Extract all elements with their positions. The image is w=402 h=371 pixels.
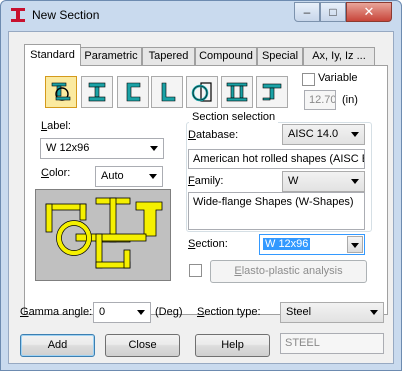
variable-value-field[interactable]: 12.70 xyxy=(304,90,336,110)
maximize-button[interactable]: □ xyxy=(320,2,346,22)
variable-unit: (in) xyxy=(342,94,358,106)
tab-compound[interactable]: Compound xyxy=(195,47,257,65)
material-field: STEEL xyxy=(280,333,384,354)
family-label: Family: xyxy=(188,175,224,187)
color-dropdown[interactable]: Auto xyxy=(95,166,163,187)
tab-ax-iy-iz[interactable]: Ax, Iy, Iz ... xyxy=(303,47,375,65)
gamma-angle-label: Gamma angle: xyxy=(20,306,93,318)
combined-section-icon xyxy=(51,82,71,101)
shape-button-combined[interactable] xyxy=(45,76,77,108)
angle-section-icon xyxy=(161,82,176,102)
section-preview-drawing xyxy=(45,197,163,269)
close-window-button[interactable]: ✕ xyxy=(346,2,392,22)
channel-section-icon xyxy=(126,82,141,102)
label-field-label: Label: xyxy=(41,120,71,132)
chevron-down-icon xyxy=(137,310,145,315)
variable-checkbox[interactable] xyxy=(302,73,315,86)
section-selection-title: Section selection xyxy=(189,111,279,123)
elasto-plastic-checkbox[interactable] xyxy=(189,264,202,277)
tab-special[interactable]: Special xyxy=(257,47,303,65)
new-section-window: New Section – □ ✕ Standard Parametric Ta… xyxy=(0,0,402,371)
close-button[interactable]: Close xyxy=(105,334,180,357)
shape-button-i-section[interactable] xyxy=(81,76,113,108)
label-dropdown[interactable]: W 12x96 xyxy=(40,138,164,159)
elasto-plastic-analysis-button[interactable]: Elasto-plastic analysis xyxy=(210,260,367,283)
chevron-down-icon xyxy=(351,243,359,248)
variable-label: Variable xyxy=(318,72,358,84)
i-section-icon xyxy=(88,82,106,102)
add-button[interactable]: Add xyxy=(20,334,95,357)
section-type-value: Steel xyxy=(286,306,312,318)
family-description: Wide-flange Shapes (W-Shapes) xyxy=(188,192,365,230)
gamma-angle-unit: (Deg) xyxy=(155,306,183,318)
app-logo-icon xyxy=(11,8,25,22)
color-field-label: Color: xyxy=(41,167,71,179)
window-title: New Section xyxy=(32,8,100,22)
section-type-label: Section type: xyxy=(197,306,261,318)
minimize-icon: – xyxy=(303,5,311,19)
family-dropdown[interactable]: W xyxy=(282,171,365,192)
gamma-angle-dropdown[interactable]: 0 xyxy=(93,302,151,323)
section-value: W 12x96 xyxy=(263,238,311,250)
section-preview xyxy=(35,189,171,281)
gamma-angle-value: 0 xyxy=(99,306,106,318)
database-dropdown[interactable]: AISC 14.0 xyxy=(282,124,365,145)
color-value: Auto xyxy=(101,170,124,182)
shape-button-channel[interactable] xyxy=(117,76,149,108)
tee-section-icon xyxy=(262,83,282,101)
chevron-down-icon xyxy=(351,179,359,184)
chevron-down-icon xyxy=(351,132,359,137)
minimize-button[interactable]: – xyxy=(294,2,320,22)
database-label: Database: xyxy=(188,129,239,141)
family-value: W xyxy=(288,175,299,187)
chevron-down-icon xyxy=(370,310,378,315)
double-i-section-icon xyxy=(226,82,248,102)
section-dropdown-button[interactable] xyxy=(347,236,363,253)
label-value: W 12x96 xyxy=(46,142,90,154)
database-value: AISC 14.0 xyxy=(288,128,339,140)
help-button[interactable]: Help xyxy=(195,334,270,357)
tab-tapered[interactable]: Tapered xyxy=(142,47,195,65)
shape-button-angle[interactable] xyxy=(151,76,183,108)
maximize-icon: □ xyxy=(329,5,337,19)
section-label: Section: xyxy=(188,238,228,250)
close-icon: ✕ xyxy=(363,4,375,19)
tube-section-icon xyxy=(191,82,212,102)
chevron-down-icon xyxy=(149,174,157,179)
shape-button-double-i[interactable] xyxy=(221,76,253,108)
shape-button-tee[interactable] xyxy=(256,76,288,108)
tab-standard[interactable]: Standard xyxy=(24,44,81,66)
shape-button-tube[interactable] xyxy=(186,76,218,108)
title-bar: New Section – □ ✕ xyxy=(1,1,401,31)
chevron-down-icon xyxy=(150,146,158,151)
tab-parametric[interactable]: Parametric xyxy=(80,47,142,65)
database-description: American hot rolled shapes (AISC E xyxy=(188,149,365,169)
section-type-dropdown[interactable]: Steel xyxy=(280,302,384,323)
section-dropdown[interactable]: W 12x96 xyxy=(259,234,365,255)
